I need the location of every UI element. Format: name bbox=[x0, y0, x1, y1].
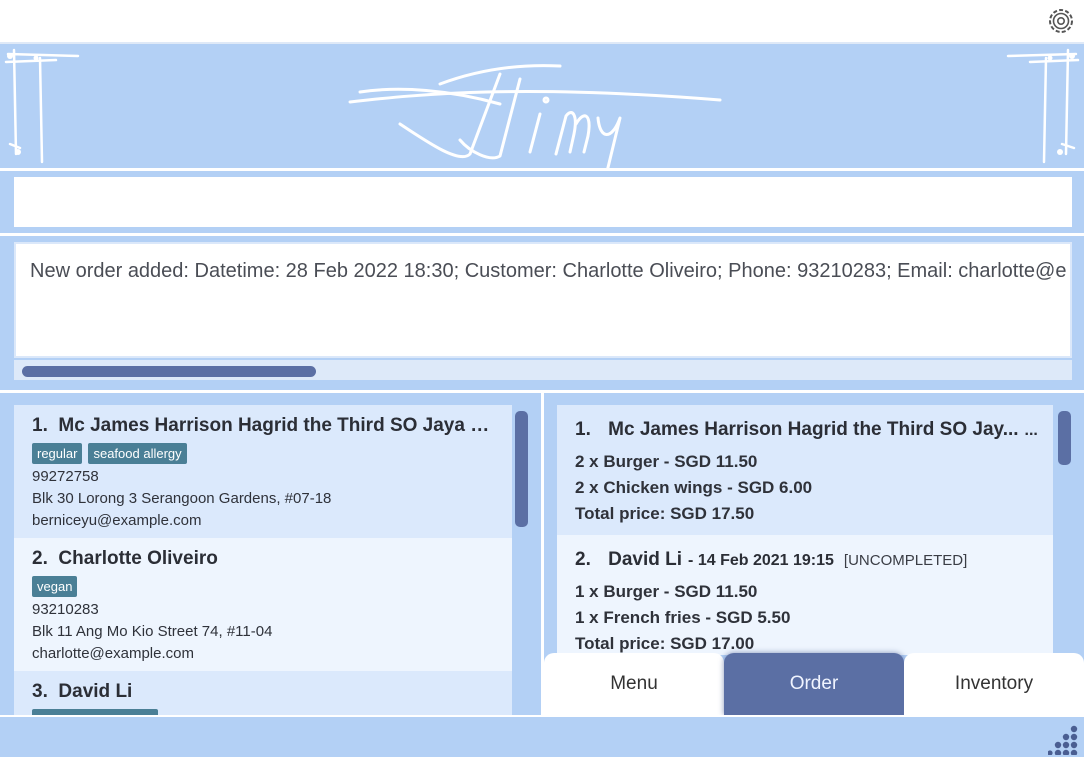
settings-button[interactable] bbox=[1046, 6, 1076, 36]
order-item: 2 x Chicken wings - SGD 6.00 bbox=[575, 478, 813, 497]
customer-tags: regular seafood allergy bbox=[32, 443, 494, 464]
result-display-area: New order added: Datetime: 28 Feb 2022 1… bbox=[0, 236, 1084, 393]
app-logo bbox=[4, 48, 1080, 168]
customer-panel: 1. Mc James Harrison Hagrid the Third SO… bbox=[0, 393, 544, 715]
order-item: 2 x Burger - SGD 11.50 bbox=[575, 452, 758, 471]
customer-address: Blk 11 Ang Mo Kio Street 74, #11-04 bbox=[32, 623, 273, 640]
title-bar bbox=[0, 0, 1084, 44]
order-datetime: - 14 Feb 2021 19:15 bbox=[688, 552, 834, 569]
horizontal-scrollbar[interactable] bbox=[14, 360, 1072, 380]
result-message: New order added: Datetime: 28 Feb 2022 1… bbox=[30, 260, 1067, 282]
customer-email: berniceyu@example.com bbox=[32, 512, 202, 529]
customer-card[interactable]: 2. Charlotte Oliveiro vegan 93210283 Blk… bbox=[14, 538, 512, 671]
order-total: Total price: SGD 17.00 bbox=[575, 634, 755, 653]
order-item: 1 x French fries - SGD 5.50 bbox=[575, 608, 791, 627]
customer-phone: 99272758 bbox=[32, 468, 99, 485]
customer-email: charlotte@example.com bbox=[32, 645, 194, 662]
order-item: 1 x Burger - SGD 11.50 bbox=[575, 582, 758, 601]
tag-badge: regular bbox=[32, 443, 83, 464]
logo-banner bbox=[0, 44, 1084, 171]
order-list-scroll-thumb[interactable] bbox=[1058, 411, 1071, 465]
status-bar bbox=[0, 715, 1084, 757]
tab-menu[interactable]: Menu bbox=[544, 653, 724, 715]
order-customer: David Li bbox=[608, 549, 683, 570]
order-header: 1. Mc James Harrison Hagrid the Third SO… bbox=[575, 419, 1038, 440]
tag-badge: seafood allergy bbox=[88, 443, 187, 464]
customer-name: 1. Mc James Harrison Hagrid the Third SO… bbox=[32, 415, 494, 436]
tab-bar: Menu Order Inventory bbox=[544, 653, 1084, 715]
order-total: Total price: SGD 17.50 bbox=[575, 504, 755, 523]
customer-card[interactable]: 3. David Li bbox=[14, 671, 512, 715]
customer-name: 3. David Li bbox=[32, 681, 133, 702]
tag-badge: vegan bbox=[32, 576, 78, 597]
customer-card[interactable]: 1. Mc James Harrison Hagrid the Third SO… bbox=[14, 405, 512, 538]
customer-phone: 93210283 bbox=[32, 601, 99, 618]
order-card[interactable]: 2. David Li - 14 Feb 2021 19:15 [UNCOMPL… bbox=[557, 535, 1053, 655]
customer-tags: vegan bbox=[32, 576, 494, 597]
order-header: 2. David Li - 14 Feb 2021 19:15 [UNCOMPL… bbox=[575, 549, 968, 570]
order-list[interactable]: 1. Mc James Harrison Hagrid the Third SO… bbox=[557, 405, 1053, 655]
command-box-area bbox=[0, 171, 1084, 236]
tab-order[interactable]: Order bbox=[724, 653, 904, 715]
gear-icon bbox=[1049, 9, 1073, 33]
customer-address: Blk 30 Lorong 3 Serangoon Gardens, #07-1… bbox=[32, 490, 332, 507]
customer-list-scroll-thumb[interactable] bbox=[515, 411, 528, 527]
order-status: [UNCOMPLETED] bbox=[843, 552, 968, 569]
order-panel: 1. Mc James Harrison Hagrid the Third SO… bbox=[544, 393, 1084, 715]
order-datetime: ... bbox=[1024, 422, 1038, 439]
resize-grip-icon[interactable] bbox=[1048, 723, 1080, 755]
order-card[interactable]: 1. Mc James Harrison Hagrid the Third SO… bbox=[557, 405, 1053, 535]
result-display[interactable]: New order added: Datetime: 28 Feb 2022 1… bbox=[14, 242, 1072, 358]
customer-list[interactable]: 1. Mc James Harrison Hagrid the Third SO… bbox=[14, 405, 512, 715]
command-input[interactable] bbox=[14, 177, 1072, 227]
horizontal-scroll-thumb[interactable] bbox=[22, 366, 316, 377]
customer-name: 2. Charlotte Oliveiro bbox=[32, 548, 218, 569]
order-customer: Mc James Harrison Hagrid the Third SO Ja… bbox=[608, 419, 1019, 440]
tab-inventory[interactable]: Inventory bbox=[904, 653, 1084, 715]
